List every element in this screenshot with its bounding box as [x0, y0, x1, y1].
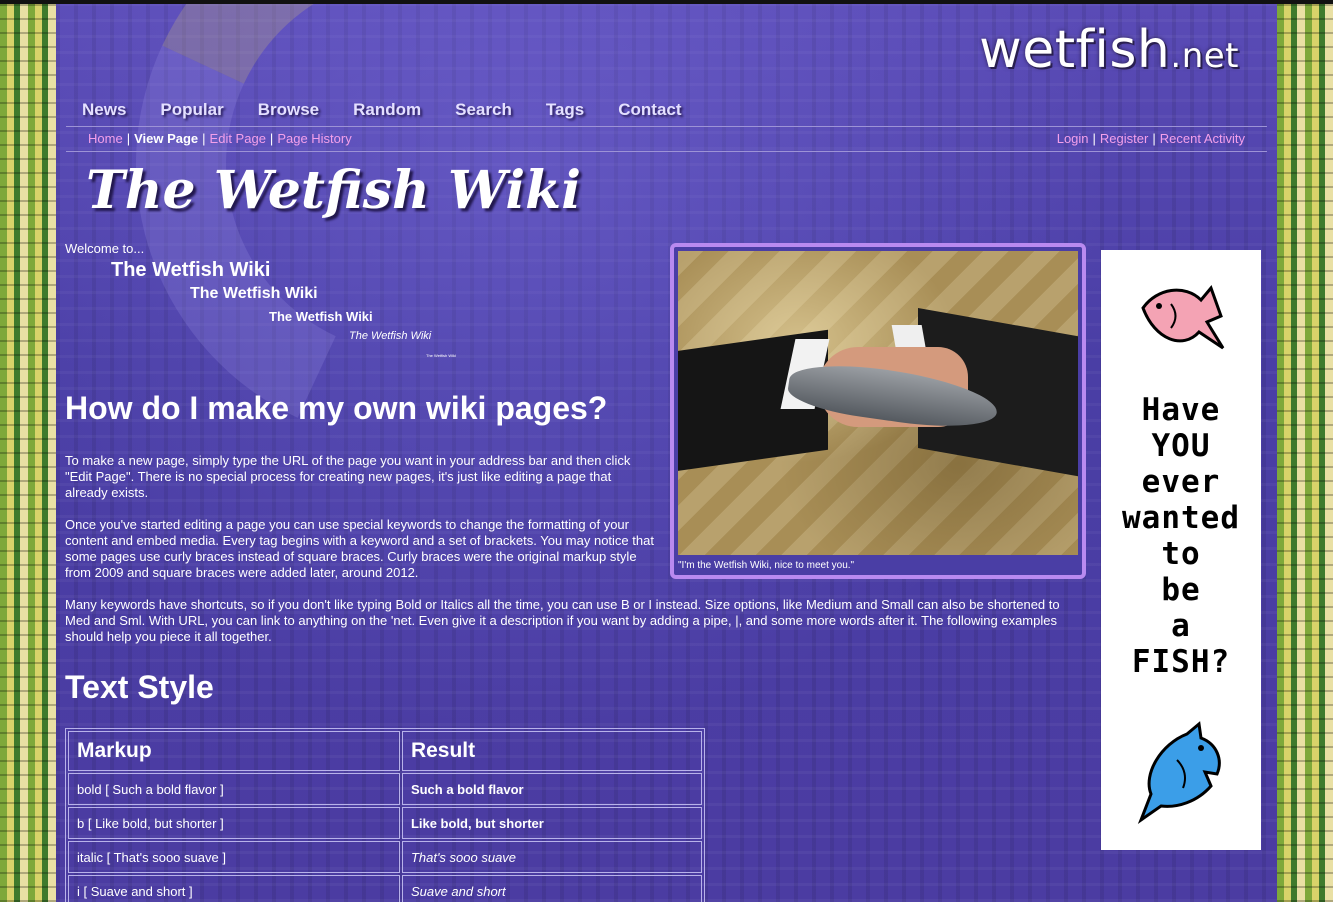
markup-table: Markup Result bold [ Such a bold flavor …	[65, 728, 705, 902]
paragraph: Many keywords have shortcuts, so if you …	[65, 597, 1060, 644]
separator: |	[1152, 131, 1156, 146]
markup-cell: bold [ Such a bold flavor ]	[68, 773, 400, 805]
nav-browse[interactable]: Browse	[258, 100, 319, 120]
result-cell: Suave and short	[401, 875, 702, 902]
login-link[interactable]: Login	[1057, 131, 1089, 146]
markup-cell: i [ Suave and short ]	[68, 875, 400, 902]
section-heading: Text Style	[65, 669, 214, 705]
paragraph: To make a new page, simply type the URL …	[65, 453, 631, 500]
edit-page-link[interactable]: Edit Page	[210, 131, 266, 146]
blue-fish-icon	[1137, 721, 1221, 825]
markup-cell: italic [ That's sooo suave ]	[68, 841, 400, 873]
result-cell: Such a bold flavor	[401, 773, 702, 805]
register-link[interactable]: Register	[1100, 131, 1148, 146]
recent-activity-link[interactable]: Recent Activity	[1160, 131, 1245, 146]
markup-cell: b [ Like bold, but shorter ]	[68, 807, 400, 839]
separator: |	[202, 131, 206, 146]
ad-line: Have	[1141, 392, 1221, 428]
ad-line: a	[1171, 608, 1191, 644]
welcome-cascade-4: The Wetfish Wiki	[349, 330, 432, 342]
logo-tld: .net	[1170, 36, 1239, 76]
table-row: italic [ That's sooo suave ] That's sooo…	[68, 841, 702, 873]
column-header: Result	[401, 731, 702, 771]
page-history-link[interactable]: Page History	[277, 131, 351, 146]
ad-line: to	[1161, 536, 1201, 572]
article-content: How do I make my own wiki pages? To make…	[65, 390, 1085, 902]
article-heading: How do I make my own wiki pages?	[65, 390, 608, 426]
welcome-cascade-3: The Wetfish Wiki	[269, 309, 373, 324]
advertisement[interactable]: Have YOU ever wanted to be a FISH?	[1101, 250, 1261, 850]
separator: |	[1092, 131, 1096, 146]
ad-text: Have YOU ever wanted to be a FISH?	[1101, 392, 1261, 680]
table-row: bold [ Such a bold flavor ] Such a bold …	[68, 773, 702, 805]
table-row: i [ Suave and short ] Suave and short	[68, 875, 702, 902]
nav-contact[interactable]: Contact	[618, 100, 681, 120]
result-cell: Like bold, but shorter	[401, 807, 702, 839]
welcome-cascade-1: The Wetfish Wiki	[111, 259, 271, 281]
table-row: b [ Like bold, but shorter ] Like bold, …	[68, 807, 702, 839]
ad-line: FISH?	[1131, 644, 1231, 680]
view-page-link[interactable]: View Page	[134, 131, 198, 146]
left-pixel-border	[0, 4, 56, 902]
main-panel: wetfish.net News Popular Browse Random S…	[56, 4, 1277, 902]
paragraph: Once you've started editing a page you c…	[65, 517, 654, 580]
ad-line: be	[1161, 572, 1201, 608]
account-actions: Login | Register | Recent Activity	[1057, 127, 1245, 151]
result-cell: That's sooo suave	[401, 841, 702, 873]
right-pixel-border	[1277, 4, 1333, 902]
nav-popular[interactable]: Popular	[160, 100, 223, 120]
welcome-intro: Welcome to...	[65, 241, 145, 256]
site-logo[interactable]: wetfish.net	[979, 20, 1239, 80]
home-link[interactable]: Home	[88, 131, 123, 146]
table-header-row: Markup Result	[68, 731, 702, 771]
nav-search[interactable]: Search	[455, 100, 512, 120]
nav-random[interactable]: Random	[353, 100, 421, 120]
welcome-cascade-5: The Wetfish Wiki	[426, 353, 456, 358]
wiki-title: The Wetfish Wiki	[86, 160, 581, 221]
sub-nav: Home | View Page | Edit Page | Page History Lo…	[66, 126, 1267, 152]
page-actions: Home | View Page | Edit Page | Page History	[88, 127, 352, 151]
logo-name: wetfish	[979, 20, 1171, 80]
pink-fish-icon	[1141, 285, 1225, 350]
top-nav: News Popular Browse Random Search Tags C…	[82, 100, 716, 120]
separator: |	[269, 131, 274, 146]
ad-line: wanted	[1122, 500, 1240, 536]
welcome-cascade-2: The Wetfish Wiki	[190, 285, 318, 302]
separator: |	[126, 131, 131, 146]
nav-news[interactable]: News	[82, 100, 126, 120]
ad-line: ever	[1141, 464, 1221, 500]
ad-line: YOU	[1151, 428, 1211, 464]
nav-tags[interactable]: Tags	[546, 100, 584, 120]
column-header: Markup	[68, 731, 400, 771]
